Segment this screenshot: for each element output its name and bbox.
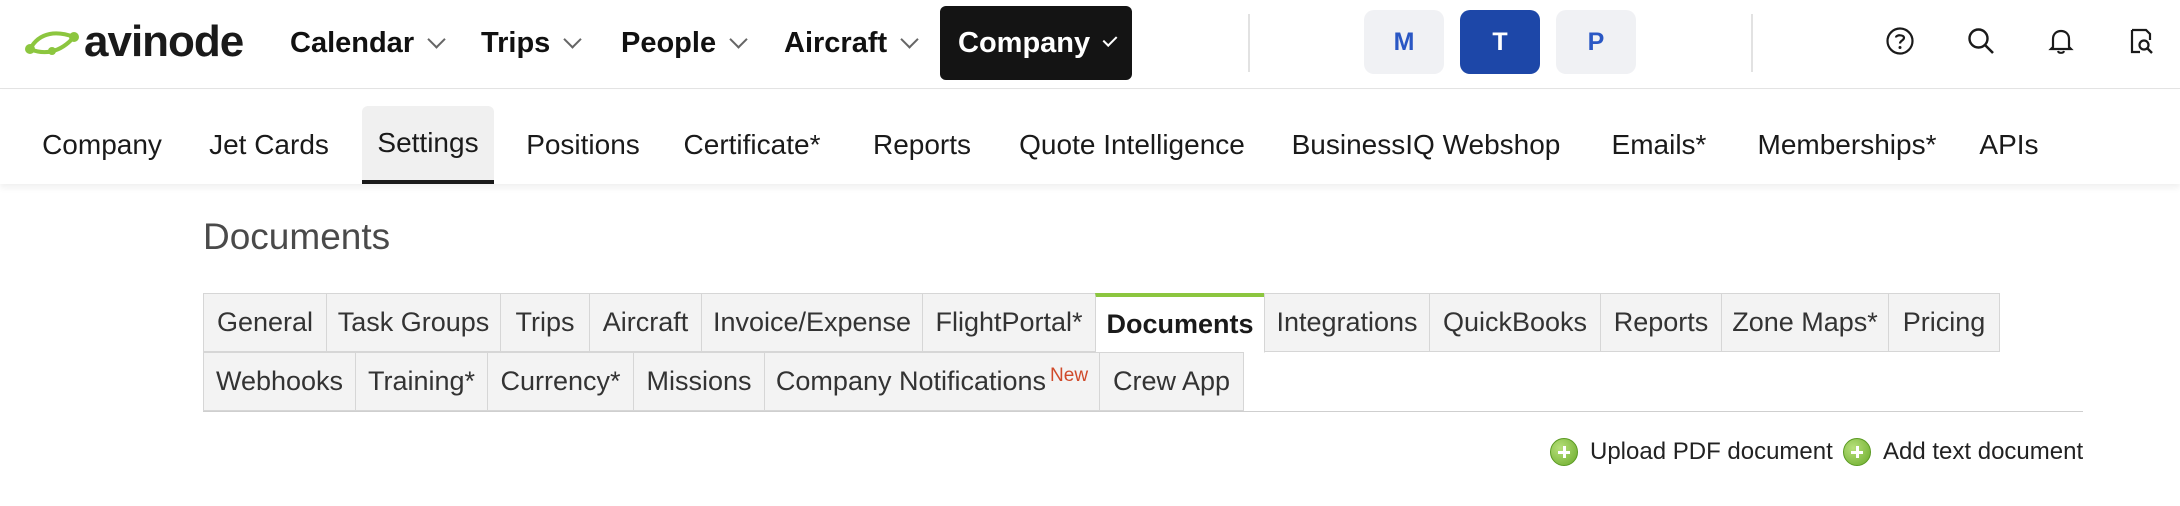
tab-quickbooks[interactable]: QuickBooks (1429, 293, 1601, 352)
bell-icon[interactable] (2046, 26, 2076, 56)
tab-pricing[interactable]: Pricing (1888, 293, 2000, 352)
tab-documents[interactable]: Documents (1095, 293, 1265, 353)
add-circle-icon (1843, 438, 1871, 466)
divider (1751, 14, 1753, 72)
chevron-down-icon (1102, 31, 1118, 47)
chevron-down-icon (729, 29, 748, 49)
subnav-quote-intelligence[interactable]: Quote Intelligence (1006, 106, 1258, 184)
nav-aircraft[interactable]: Aircraft (766, 6, 934, 80)
new-badge: New (1050, 364, 1089, 386)
tab-general[interactable]: General (203, 293, 327, 352)
tab-invoice-expense[interactable]: Invoice/Expense (701, 293, 923, 352)
settings-search-icon[interactable] (2126, 26, 2156, 56)
workspace-pill-p[interactable]: P (1556, 10, 1636, 74)
logo-text: avinode (84, 17, 244, 66)
top-bar: avinode Calendar Trips People Aircraft C… (0, 0, 2180, 89)
tab-trips[interactable]: Trips (500, 293, 590, 352)
tab-task-groups[interactable]: Task Groups (326, 293, 501, 352)
subnav-company[interactable]: Company (28, 106, 176, 184)
subnav-apis[interactable]: APIs (1970, 106, 2048, 184)
tab-company-notifications[interactable]: Company Notifications New (764, 352, 1100, 411)
nav-trips-label: Trips (481, 26, 551, 59)
tab-training[interactable]: Training* (355, 352, 488, 411)
tab-currency[interactable]: Currency* (487, 352, 634, 411)
tab-integrations[interactable]: Integrations (1264, 293, 1430, 352)
tab-zone-maps[interactable]: Zone Maps* (1721, 293, 1889, 352)
avinode-logo[interactable]: avinode (24, 17, 244, 66)
nav-company-label: Company (958, 26, 1091, 59)
upload-pdf-document-button[interactable]: Upload PDF document (1550, 434, 1833, 470)
subnav-businessiq-webshop[interactable]: BusinessIQ Webshop (1278, 106, 1574, 184)
nav-people-label: People (621, 26, 717, 59)
workspace-pill-m[interactable]: M (1364, 10, 1444, 74)
tab-flightportal[interactable]: FlightPortal* (922, 293, 1096, 352)
subnav-reports[interactable]: Reports (858, 106, 986, 184)
divider (1248, 14, 1250, 72)
sub-nav: Company Jet Cards Settings Positions Cer… (0, 90, 2180, 184)
tab-aircraft[interactable]: Aircraft (589, 293, 702, 352)
upload-pdf-document-label: Upload PDF document (1590, 438, 1833, 465)
chevron-down-icon (563, 29, 583, 49)
tab-reports[interactable]: Reports (1600, 293, 1722, 352)
page-title: Documents (203, 216, 391, 257)
search-icon[interactable] (1966, 26, 1996, 56)
subnav-positions[interactable]: Positions (514, 106, 652, 184)
logo-mark-icon (25, 31, 79, 55)
nav-calendar[interactable]: Calendar (272, 6, 461, 80)
add-circle-icon (1550, 438, 1578, 466)
nav-calendar-label: Calendar (290, 26, 415, 59)
subnav-memberships[interactable]: Memberships* (1744, 106, 1950, 184)
add-text-document-button[interactable]: Add text document (1843, 434, 2083, 470)
tab-webhooks[interactable]: Webhooks (203, 352, 356, 411)
subnav-settings[interactable]: Settings (362, 106, 494, 184)
nav-company[interactable]: Company (940, 6, 1132, 80)
tab-crew-app[interactable]: Crew App (1099, 352, 1244, 411)
tabs-divider (203, 411, 2083, 412)
add-text-document-label: Add text document (1883, 438, 2084, 465)
nav-people[interactable]: People (603, 6, 763, 80)
tab-missions[interactable]: Missions (633, 352, 765, 411)
nav-aircraft-label: Aircraft (784, 26, 888, 59)
subnav-certificate[interactable]: Certificate* (672, 106, 832, 184)
tab-company-notifications-label: Company Notifications (775, 366, 1047, 396)
nav-trips[interactable]: Trips (463, 6, 597, 80)
workspace-pill-t[interactable]: T (1460, 10, 1540, 74)
subnav-jet-cards[interactable]: Jet Cards (196, 106, 342, 184)
chevron-down-icon (427, 29, 446, 49)
subnav-emails[interactable]: Emails* (1594, 106, 1724, 184)
chevron-down-icon (900, 29, 919, 49)
help-icon[interactable] (1885, 26, 1915, 56)
